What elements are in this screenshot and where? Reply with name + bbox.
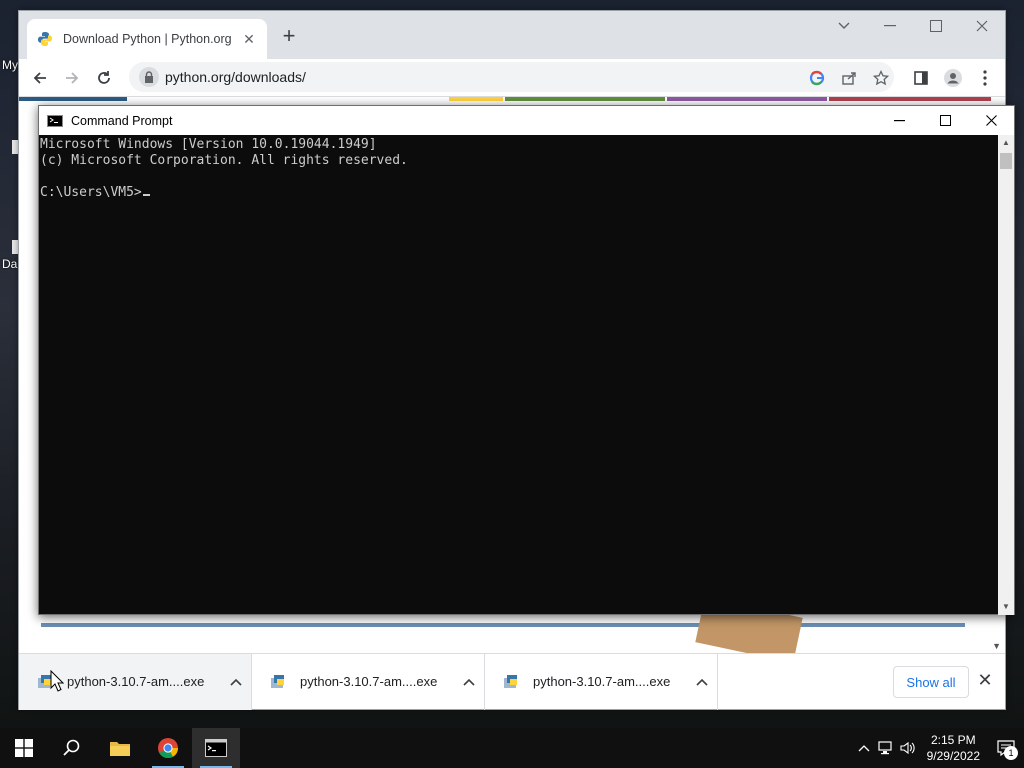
desktop-label-da: Da: [2, 257, 18, 271]
taskbar-clock[interactable]: 2:15 PM 9/29/2022: [919, 732, 988, 764]
download-filename: python-3.10.7-am....exe: [300, 674, 438, 689]
download-item[interactable]: python-3.10.7-am....exe: [485, 653, 718, 710]
mouse-pointer-icon: [50, 670, 64, 692]
console-prompt-line: C:\Users\VM5>: [40, 185, 998, 201]
tab-search-chevron-icon[interactable]: [821, 11, 867, 41]
close-downloads-bar-icon[interactable]: ✕: [975, 670, 995, 691]
cmd-maximize-button[interactable]: [922, 106, 968, 135]
chrome-menu-icon[interactable]: [974, 67, 996, 89]
downloads-bar: python-3.10.7-am....exe python-3.10.7-am…: [19, 653, 1005, 710]
browser-maximize-button[interactable]: [913, 11, 959, 41]
cmd-window-controls: [876, 106, 1014, 135]
chrome-taskbar-icon[interactable]: [144, 728, 192, 768]
show-hidden-icons-chevron-icon[interactable]: [853, 728, 875, 768]
tab-strip: Download Python | Python.org ✕ +: [19, 11, 1005, 59]
installer-file-icon: [503, 674, 519, 690]
cmd-window-title: Command Prompt: [71, 113, 173, 128]
cmd-title-bar[interactable]: Command Prompt: [39, 106, 1014, 135]
download-filename: python-3.10.7-am....exe: [533, 674, 671, 689]
google-translate-icon[interactable]: [806, 67, 828, 89]
lock-icon[interactable]: [139, 67, 159, 87]
bookmark-star-icon[interactable]: [870, 67, 892, 89]
show-all-downloads-button[interactable]: Show all: [893, 666, 969, 698]
new-tab-button[interactable]: +: [277, 25, 301, 47]
cmd-console-output[interactable]: Microsoft Windows [Version 10.0.19044.19…: [39, 135, 999, 615]
forward-button[interactable]: [61, 67, 83, 89]
tab-close-icon[interactable]: ✕: [241, 31, 257, 48]
file-explorer-icon[interactable]: [96, 728, 144, 768]
page-nav-colorbar: [505, 97, 665, 101]
download-filename: python-3.10.7-am....exe: [67, 674, 205, 689]
side-panel-icon[interactable]: [910, 67, 932, 89]
action-center-icon[interactable]: 1: [988, 728, 1024, 768]
cmd-close-button[interactable]: [968, 106, 1014, 135]
page-scroll-down-icon[interactable]: ▼: [992, 641, 1001, 651]
console-line: (c) Microsoft Corporation. All rights re…: [40, 153, 408, 168]
back-button[interactable]: [29, 67, 51, 89]
page-nav-colorbar: [449, 97, 503, 101]
clock-date: 9/29/2022: [926, 749, 980, 763]
profile-avatar-icon[interactable]: [942, 67, 964, 89]
console-line: Microsoft Windows [Version 10.0.19044.19…: [40, 137, 377, 152]
tab-title: Download Python | Python.org: [63, 32, 232, 46]
scrollbar-thumb[interactable]: [1000, 153, 1012, 169]
desktop-label-my: My: [2, 58, 18, 72]
network-icon[interactable]: [875, 728, 897, 768]
text-cursor: [142, 194, 150, 196]
cmd-scrollbar[interactable]: ▲ ▼: [998, 135, 1014, 615]
scroll-down-arrow-icon[interactable]: ▼: [998, 599, 1014, 615]
python-logo-icon: [37, 31, 53, 47]
command-prompt-taskbar-icon[interactable]: [192, 728, 240, 768]
volume-icon[interactable]: [897, 728, 919, 768]
url-text: python.org/downloads/: [165, 69, 306, 85]
reload-button[interactable]: [93, 67, 115, 89]
taskbar: 2:15 PM 9/29/2022 1: [0, 728, 1024, 768]
browser-tab[interactable]: Download Python | Python.org ✕: [27, 19, 267, 59]
address-bar[interactable]: python.org/downloads/: [129, 62, 894, 92]
page-divider: [41, 623, 965, 627]
system-tray: 2:15 PM 9/29/2022 1: [853, 728, 1024, 768]
command-prompt-window[interactable]: Command Prompt Microsoft Windows [Versio…: [38, 105, 1015, 615]
console-prompt: C:\Users\VM5>: [40, 185, 142, 200]
browser-minimize-button[interactable]: [867, 11, 913, 41]
installer-file-icon: [270, 674, 286, 690]
page-nav-colorbar: [829, 97, 991, 101]
browser-window-controls: [821, 11, 1005, 43]
cmd-app-icon: [47, 114, 63, 127]
windows-start-icon[interactable]: [0, 728, 48, 768]
notification-count-badge: 1: [1004, 746, 1018, 760]
clock-time: 2:15 PM: [930, 733, 976, 747]
search-icon[interactable]: [48, 728, 96, 768]
browser-toolbar: python.org/downloads/: [19, 59, 1005, 97]
page-nav-colorbar: [19, 97, 127, 101]
share-icon[interactable]: [838, 67, 860, 89]
chevron-up-icon[interactable]: [221, 675, 251, 689]
browser-close-button[interactable]: [959, 11, 1005, 41]
page-nav-colorbar: [667, 97, 827, 101]
download-item[interactable]: python-3.10.7-am....exe: [252, 653, 485, 710]
cmd-minimize-button[interactable]: [876, 106, 922, 135]
scroll-up-arrow-icon[interactable]: ▲: [998, 135, 1014, 151]
chevron-up-icon[interactable]: [454, 675, 484, 689]
chevron-up-icon[interactable]: [687, 675, 717, 689]
